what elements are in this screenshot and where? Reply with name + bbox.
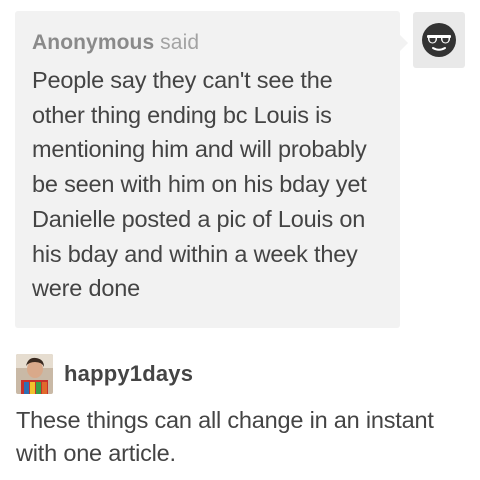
- ask-bubble: Anonymous said People say they can't see…: [15, 11, 408, 328]
- user-avatar[interactable]: [16, 354, 53, 394]
- asker-name[interactable]: Anonymous: [32, 31, 154, 54]
- user-avatar-image: [16, 354, 53, 394]
- ask-header: Anonymous said: [32, 29, 384, 57]
- anonymous-sunglasses-icon: [422, 23, 456, 57]
- said-label: said: [154, 31, 200, 54]
- reply-username[interactable]: happy1days: [64, 360, 193, 388]
- reply-text: These things can all change in an instan…: [16, 407, 434, 466]
- anonymous-avatar[interactable]: [413, 12, 465, 68]
- ask-question-text: People say they can't see the other thin…: [32, 67, 367, 302]
- tumblr-post: Anonymous said People say they can't see…: [0, 0, 480, 480]
